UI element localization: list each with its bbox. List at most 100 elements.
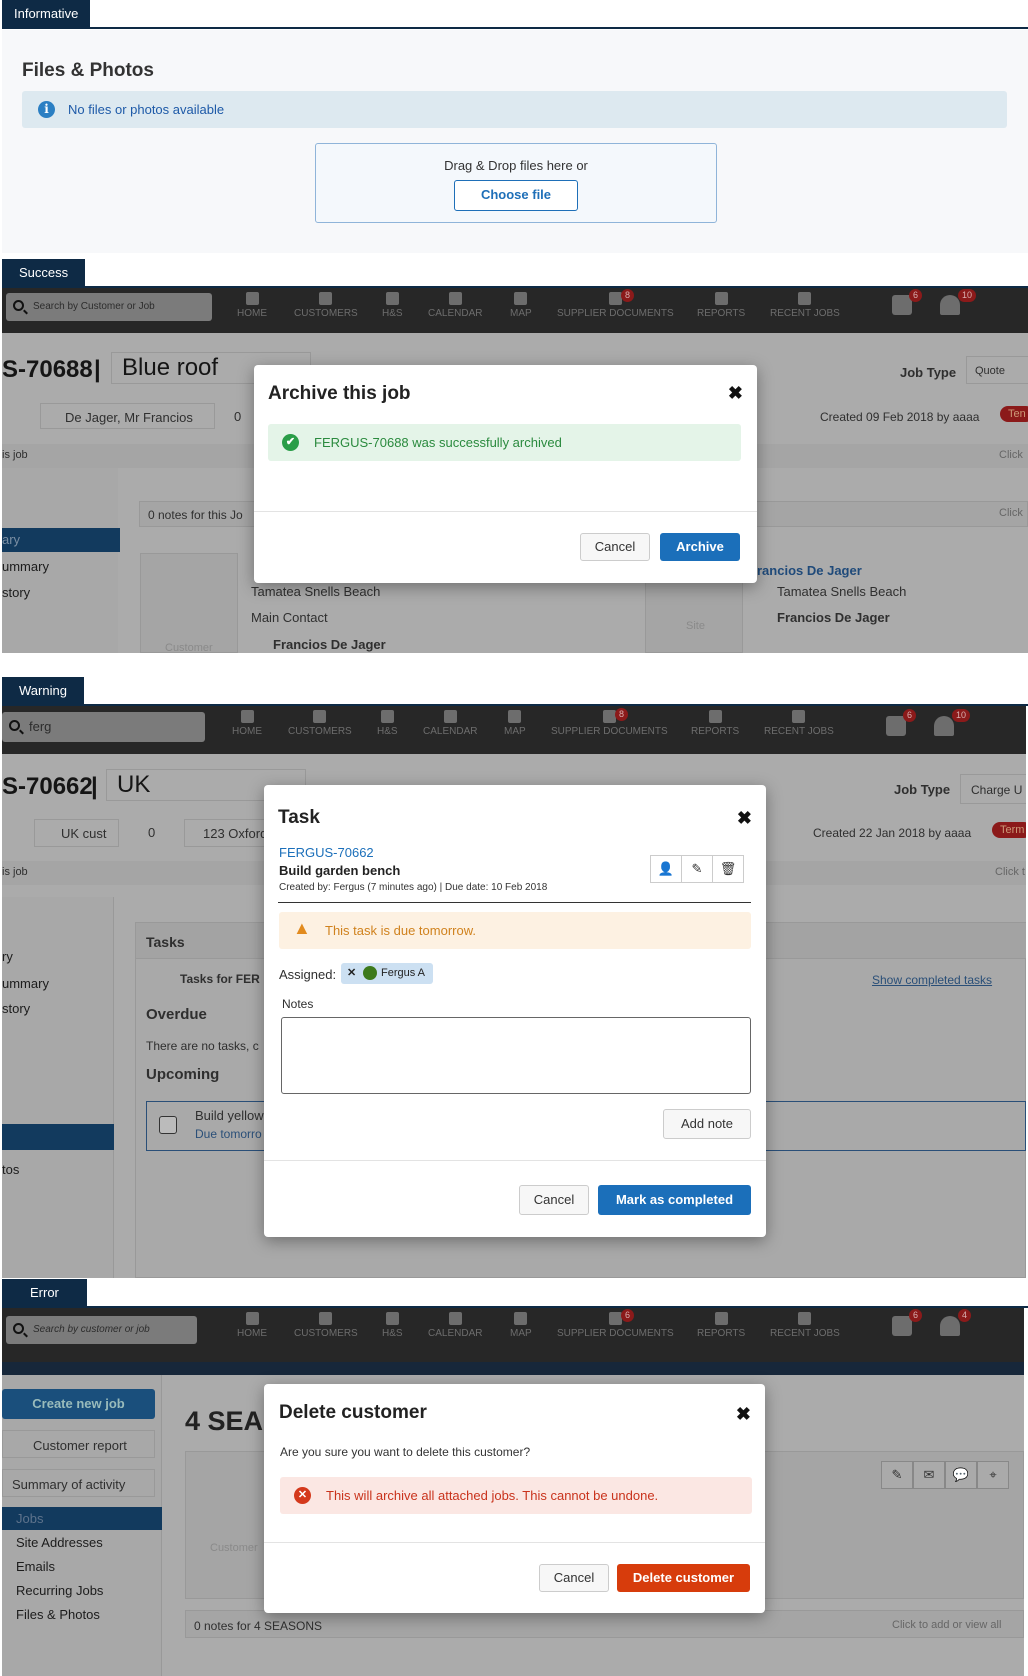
bell-icon[interactable]	[940, 295, 960, 315]
address-chip[interactable]: 123 Oxford	[184, 819, 274, 847]
nav-map[interactable]: MAP	[510, 1308, 532, 1339]
avatar	[363, 966, 377, 980]
edit-pencil-icon[interactable]: ✎	[881, 1461, 913, 1489]
nav-customers[interactable]: CUSTOMERS	[294, 288, 358, 319]
close-icon[interactable]: ✖	[736, 1404, 751, 1425]
create-new-job-button[interactable]: Create new job	[2, 1389, 155, 1419]
search-input[interactable]: Search by Customer or Job	[6, 293, 212, 321]
edit-pencil-icon[interactable]: ✎	[681, 855, 713, 883]
nav-map[interactable]: MAP	[510, 288, 532, 319]
envelope-icon[interactable]: ✉	[913, 1461, 945, 1489]
nav-supplier-documents[interactable]: SUPPLIER DOCUMENTS	[557, 288, 674, 319]
nav-recent-jobs[interactable]: RECENT JOBS	[764, 706, 834, 737]
nav-supplier-documents[interactable]: SUPPLIER DOCUMENTS	[557, 1308, 674, 1339]
close-icon[interactable]: ✖	[737, 808, 752, 829]
nav-customers[interactable]: CUSTOMERS	[288, 706, 352, 737]
info-alert: i No files or photos available	[22, 91, 1007, 128]
job-link[interactable]: FERGUS-70662	[279, 845, 374, 860]
nav-hs[interactable]: H&S	[382, 1308, 403, 1339]
search-input[interactable]: ferg	[2, 712, 205, 742]
file-dropzone[interactable]: Drag & Drop files here or Choose file	[315, 143, 717, 223]
mark-completed-button[interactable]: Mark as completed	[598, 1185, 751, 1215]
sidebar-item-recurring-jobs[interactable]: Recurring Jobs	[16, 1583, 103, 1598]
info-alert-text: No files or photos available	[68, 102, 225, 117]
sidebar-item-photos[interactable]: tos	[2, 1162, 19, 1177]
close-icon[interactable]: ✖	[728, 383, 743, 404]
delete-customer-button[interactable]: Delete customer	[617, 1564, 750, 1592]
customer-card-label: Customer	[165, 642, 213, 653]
nav-home[interactable]: HOME	[237, 288, 267, 319]
cancel-button[interactable]: Cancel	[539, 1564, 609, 1592]
tasks-check-icon[interactable]	[892, 1316, 912, 1336]
nav-home[interactable]: HOME	[232, 706, 262, 737]
nav-reports[interactable]: REPORTS	[697, 1308, 745, 1339]
nav-reports[interactable]: REPORTS	[691, 706, 739, 737]
site-card-label: Site	[686, 620, 705, 632]
nav-calendar[interactable]: CALENDAR	[428, 1308, 482, 1339]
sidebar-item-jobs[interactable]: Jobs	[16, 1511, 43, 1526]
nav-recent-jobs[interactable]: RECENT JOBS	[770, 1308, 840, 1339]
customer-chip[interactable]: De Jager, Mr Francios	[40, 403, 215, 429]
nav-map[interactable]: MAP	[504, 706, 526, 737]
chat-icon[interactable]: 💬	[945, 1461, 977, 1489]
sidebar-item-job-summary[interactable]: ummary	[2, 559, 49, 574]
tasks-check-icon[interactable]	[886, 716, 906, 736]
top-nav: Search by Customer or Job HOME CUSTOMERS…	[2, 288, 1028, 333]
top-nav: Search by customer or job HOME CUSTOMERS…	[2, 1308, 1024, 1362]
customer-chip[interactable]: UK cust	[34, 819, 119, 847]
show-completed-link[interactable]: Show completed tasks	[872, 973, 992, 987]
task-checkbox[interactable]	[159, 1116, 177, 1134]
nav-calendar[interactable]: CALENDAR	[423, 706, 477, 737]
job-type-select[interactable]: Charge U	[960, 774, 1026, 804]
error-alert: ✕ This will archive all attached jobs. T…	[280, 1477, 752, 1514]
sidebar-item-files-photos[interactable]: Files & Photos	[16, 1607, 100, 1622]
sidebar-item-history[interactable]: story	[2, 1001, 30, 1016]
search-input[interactable]: Search by customer or job	[6, 1316, 197, 1344]
cancel-button[interactable]: Cancel	[580, 533, 650, 561]
no-tasks-text: There are no tasks, c	[146, 1039, 259, 1053]
sidebar-item-history[interactable]: story	[2, 585, 30, 600]
click-hint: Click to add or view all	[892, 1619, 1002, 1631]
notes-bar[interactable]: 0 notes for 4 SEASONS Click to add or vi…	[185, 1610, 1024, 1638]
map-pin-icon[interactable]: ⌖	[977, 1461, 1009, 1489]
status-tag: Term	[992, 822, 1026, 838]
search-placeholder: Search by Customer or Job	[33, 301, 155, 312]
cancel-button[interactable]: Cancel	[519, 1185, 589, 1215]
nav-reports[interactable]: REPORTS	[697, 288, 745, 319]
sidebar-item-site-addresses[interactable]: Site Addresses	[16, 1535, 103, 1550]
bell-icon[interactable]	[940, 1316, 960, 1336]
trash-icon[interactable]: 🗑	[712, 855, 744, 883]
click-hint: Click	[999, 449, 1023, 461]
add-note-button[interactable]: Add note	[663, 1109, 751, 1139]
site-contact-link[interactable]: rancios De Jager	[757, 563, 862, 578]
sub-nav-strip	[2, 1362, 1024, 1375]
bell-icon[interactable]	[934, 716, 954, 736]
nav-hs[interactable]: H&S	[377, 706, 398, 737]
sidebar-item-summary[interactable]: ary	[2, 532, 20, 547]
error-x-icon: ✕	[294, 1487, 311, 1504]
nav-customers[interactable]: CUSTOMERS	[294, 1308, 358, 1339]
nav-hs[interactable]: H&S	[382, 288, 403, 319]
notes-textarea[interactable]	[281, 1017, 751, 1094]
summary-dropdown[interactable]: Summary of activity	[2, 1469, 155, 1497]
nav-calendar[interactable]: CALENDAR	[428, 288, 482, 319]
job-type-select[interactable]: Quote	[966, 356, 1028, 384]
nav-home[interactable]: HOME	[237, 1308, 267, 1339]
archive-button[interactable]: Archive	[660, 533, 740, 561]
remove-x-icon[interactable]: ✕	[347, 966, 356, 979]
nav-recent-jobs[interactable]: RECENT JOBS	[770, 288, 840, 319]
nav-supplier-documents[interactable]: SUPPLIER DOCUMENTS	[551, 706, 668, 737]
customer-report-button[interactable]: Customer report	[2, 1430, 155, 1458]
notes-text: 0 notes for this Jo	[148, 508, 243, 522]
sidebar-item-emails[interactable]: Emails	[16, 1559, 55, 1574]
assign-user-icon[interactable]: 👤	[650, 855, 682, 883]
choose-file-button[interactable]: Choose file	[454, 180, 578, 211]
search-icon	[13, 1323, 24, 1334]
assignee-chip[interactable]: ✕ Fergus A	[341, 963, 434, 984]
sidebar-active-item[interactable]	[2, 1124, 114, 1150]
sidebar-item-summary[interactable]: ry	[2, 949, 13, 964]
job-id: S-70688	[2, 356, 93, 383]
tasks-badge: 6	[903, 709, 917, 722]
sidebar-item-job-summary[interactable]: ummary	[2, 976, 49, 991]
document-icon	[602, 710, 616, 723]
